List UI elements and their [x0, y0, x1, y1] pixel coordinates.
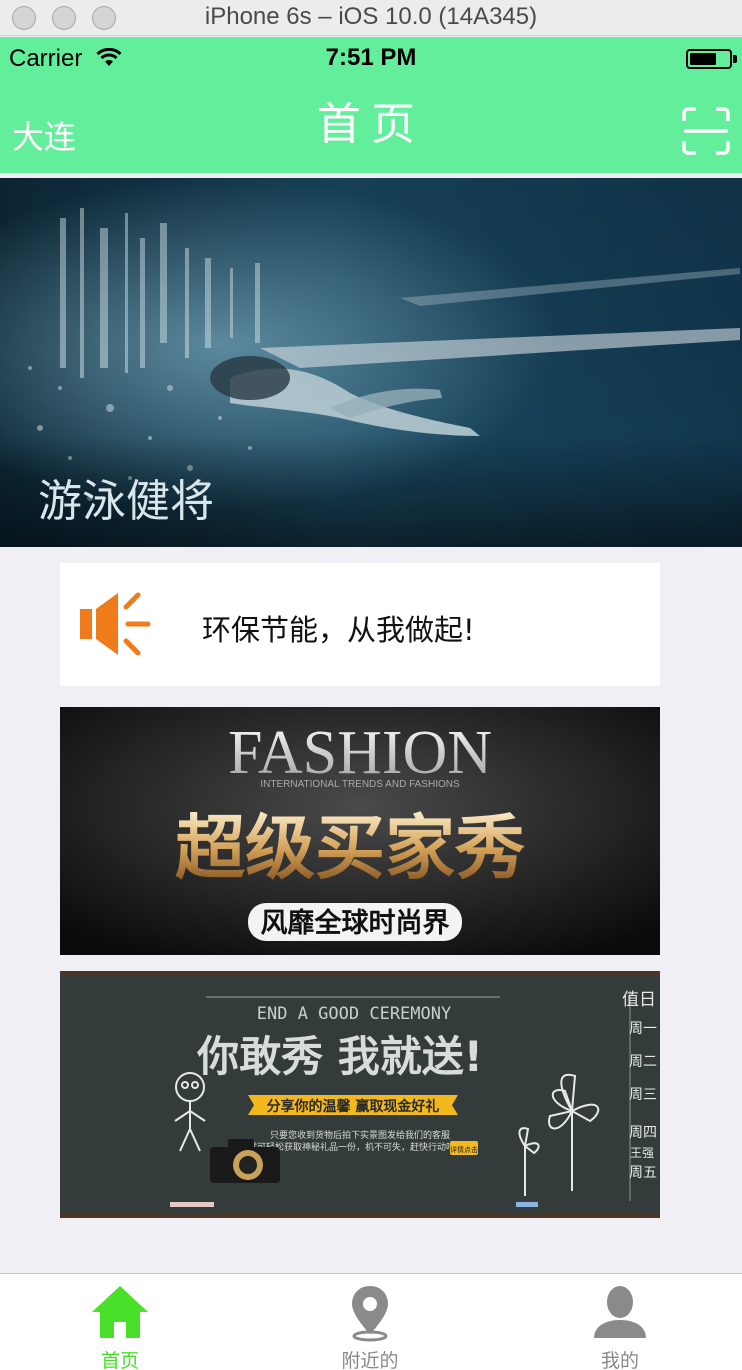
promo-headline: END A GOOD CEREMONY — [257, 1004, 451, 1024]
notice-text: 环保节能，从我做起! — [202, 613, 475, 647]
fashion-ad-banner[interactable]: FASHION INTERNATIONAL TRENDS AND FASHION… — [60, 707, 660, 955]
promo-body-line-1: 只要您收到货物后拍下实景图发给我们的客服 — [270, 1129, 450, 1141]
notice-bar[interactable]: 环保节能，从我做起! — [60, 563, 660, 686]
swimmer-banner[interactable]: 游泳健将 — [0, 178, 742, 547]
fashion-title: 超级买家秀 — [175, 807, 525, 889]
promo-body-line-2: 就可轻松获取神秘礼品一份，机不可失，赶快行动吧！ — [248, 1141, 464, 1153]
promo-title: 你敢秀 我就送! — [196, 1032, 483, 1081]
app-screen: Carrier 7:51 PM 大连 首页 游泳健将 环保节能，从我做起! FA… — [0, 37, 742, 1370]
promo-ad-image: END A GOOD CEREMONY 你敢秀 我就送! 分享你的温馨 赢取现金… — [60, 971, 660, 1218]
tab-mine-label: 我的 — [600, 1350, 639, 1370]
simulator-title: iPhone 6s – iOS 10.0 (14A345) — [204, 3, 538, 30]
swimmer-banner-image: 游泳健将 — [0, 178, 742, 547]
tab-home[interactable]: 首页 — [0, 1274, 240, 1370]
navigation-bar: Carrier 7:51 PM 大连 首页 — [0, 37, 742, 173]
duty-list-wednesday: 周三 — [629, 1087, 657, 1103]
fashion-ad-image: FASHION INTERNATIONAL TRENDS AND FASHION… — [60, 707, 660, 955]
status-time: 7:51 PM — [325, 44, 417, 71]
fashion-tag: 风靡全球时尚界 — [261, 907, 450, 939]
tab-nearby[interactable]: 附近的 — [250, 1274, 490, 1370]
duty-list-monday: 周一 — [629, 1021, 657, 1037]
battery-tip — [733, 55, 737, 63]
page-title: 首页 — [317, 99, 425, 150]
tab-mine[interactable]: 我的 — [500, 1274, 740, 1370]
speaker-icon — [80, 592, 151, 656]
person-icon — [594, 1286, 646, 1338]
promo-ad-banner[interactable]: END A GOOD CEREMONY 你敢秀 我就送! 分享你的温馨 赢取现金… — [60, 971, 660, 1218]
tab-nearby-label: 附近的 — [341, 1350, 399, 1370]
tab-bar: 首页 附近的 我的 — [0, 1273, 742, 1370]
promo-ribbon: 分享你的温馨 赢取现金好礼 — [267, 1098, 440, 1115]
status-bar: Carrier 7:51 PM — [0, 37, 742, 79]
duty-list-tuesday: 周二 — [629, 1054, 657, 1070]
fashion-headline: FASHION — [228, 719, 492, 787]
duty-list-thursday: 周四 — [629, 1125, 657, 1141]
promo-detail-button: 详情点击 — [450, 1145, 478, 1154]
banner-caption: 游泳健将 — [38, 476, 214, 527]
duty-list-friday: 周五 — [629, 1165, 657, 1181]
scan-qr-icon[interactable] — [682, 107, 730, 155]
tab-home-label: 首页 — [100, 1350, 139, 1370]
home-icon — [92, 1286, 148, 1338]
duty-list-names: 王强 — [630, 1146, 654, 1160]
location-pin-icon — [352, 1286, 388, 1342]
duty-list-header: 值日 — [622, 990, 656, 1010]
battery-icon — [686, 49, 732, 69]
simulator-titlebar: iPhone 6s – iOS 10.0 (14A345) — [0, 0, 742, 36]
fashion-subline: INTERNATIONAL TRENDS AND FASHIONS — [260, 779, 460, 790]
